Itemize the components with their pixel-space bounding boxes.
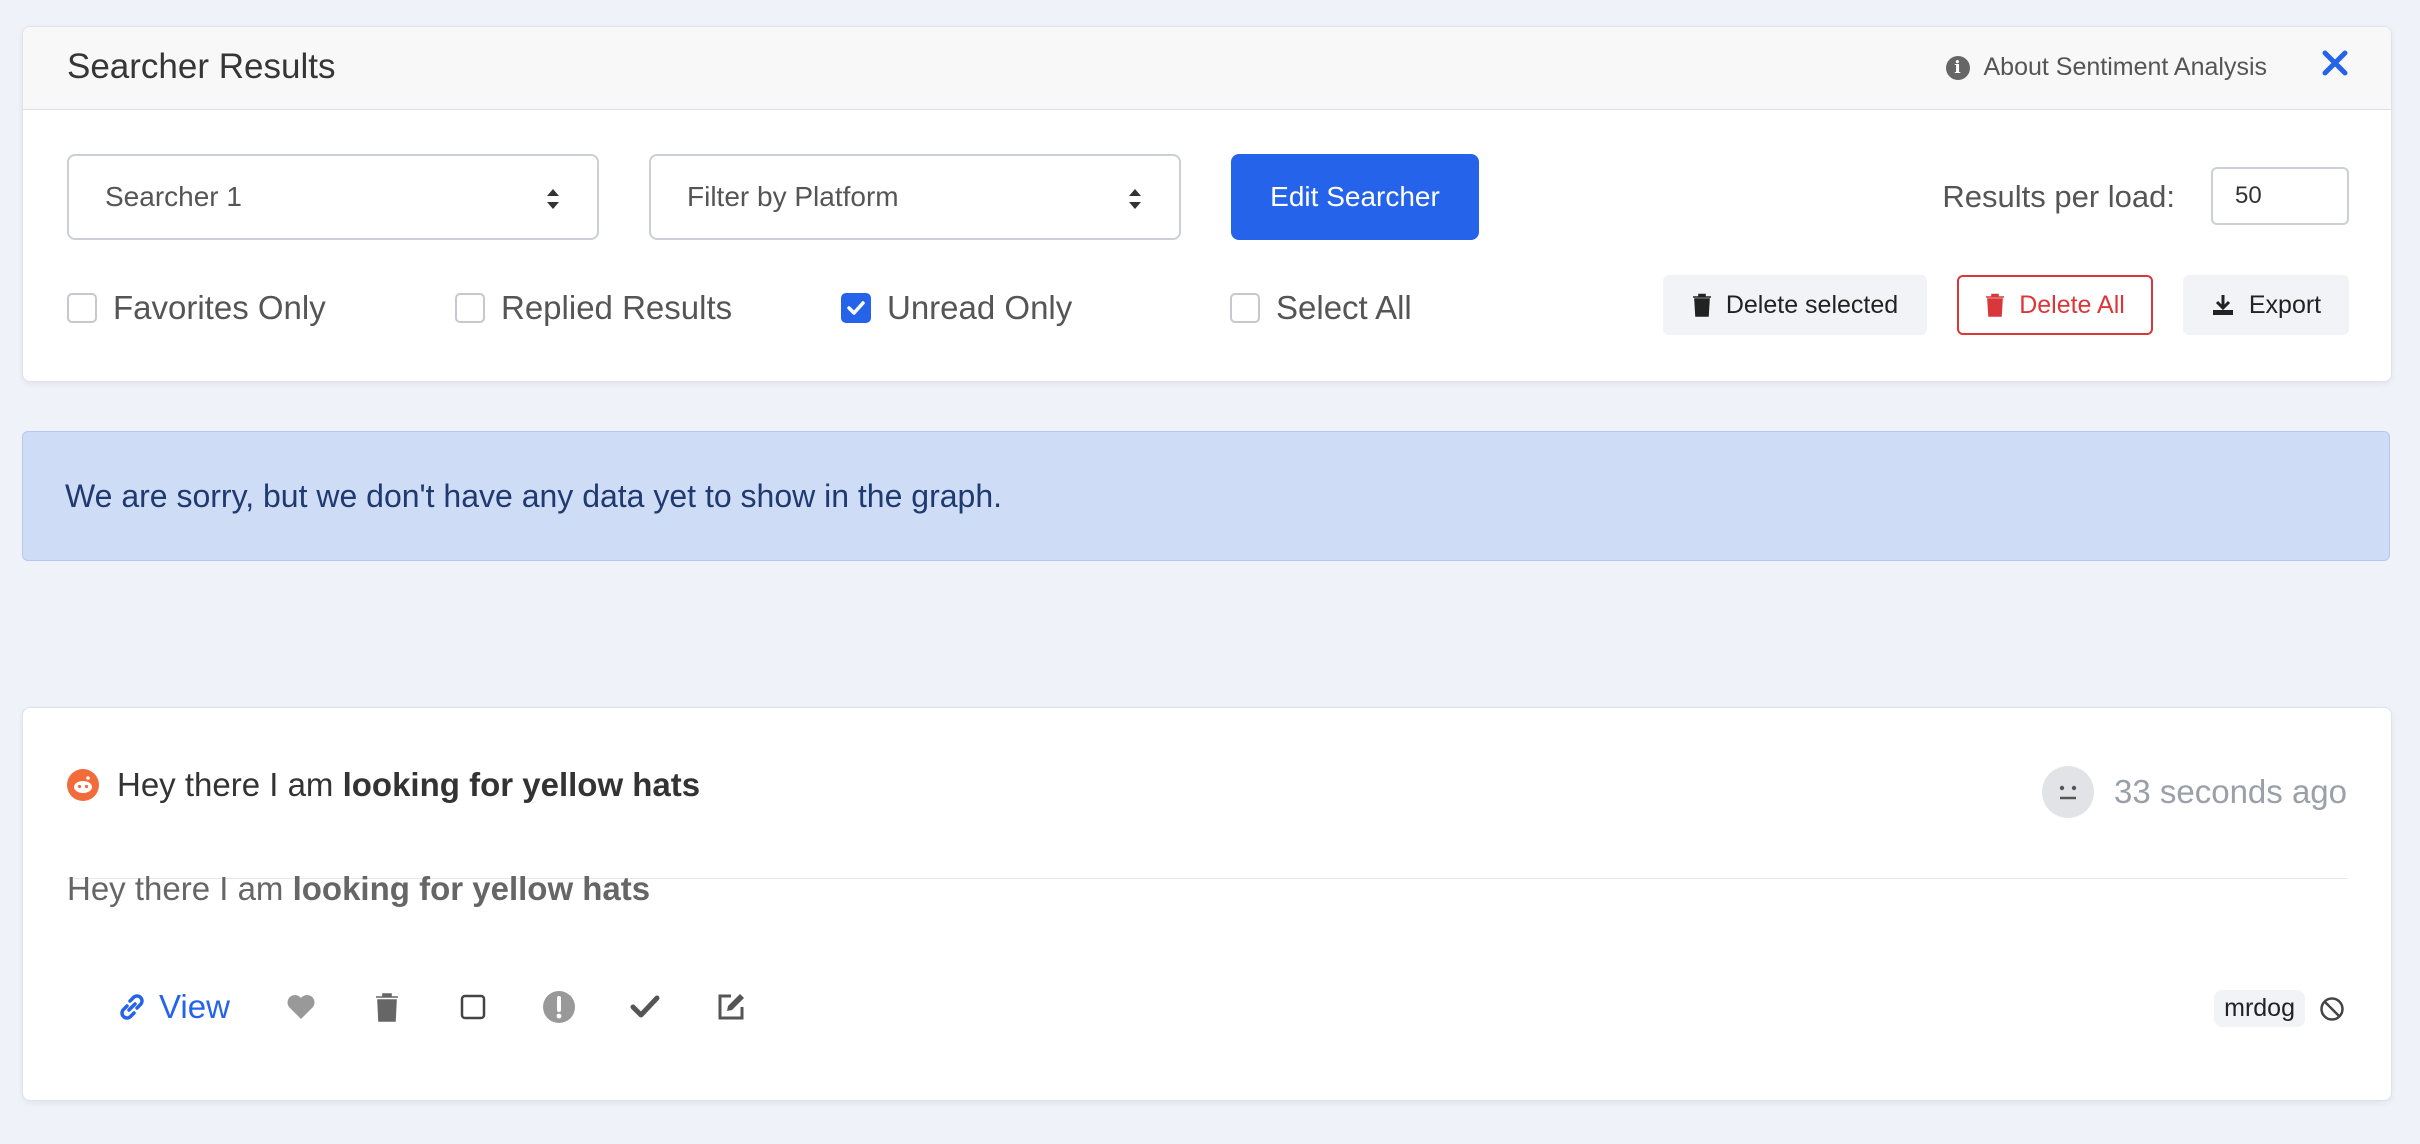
delete-selected-label: Delete selected <box>1725 290 1899 319</box>
platform-filter-select[interactable]: Filter by Platform <box>649 154 1181 240</box>
result-body: Hey there I am looking for yellow hats <box>67 870 650 908</box>
heart-icon[interactable] <box>284 990 318 1024</box>
export-button[interactable]: Export <box>2183 275 2349 335</box>
checkbox-box[interactable] <box>1230 293 1260 323</box>
block-user-icon[interactable] <box>2319 996 2345 1022</box>
result-title[interactable]: Hey there I am looking for yellow hats <box>67 766 700 804</box>
trash-icon[interactable] <box>370 990 404 1024</box>
neutral-face-icon <box>2041 766 2094 818</box>
trash-icon <box>1692 293 1711 317</box>
edit-searcher-button[interactable]: Edit Searcher <box>1231 154 1479 240</box>
result-body-keyword: looking for yellow hats <box>292 870 651 907</box>
checkbox-label: Select All <box>1276 289 1412 326</box>
delete-all-label: Delete All <box>2019 290 2125 319</box>
results-per-load-label: Results per load: <box>1942 179 2175 214</box>
result-title-keyword: looking for yellow hats <box>342 766 701 803</box>
searcher-select-value: Searcher 1 <box>105 181 242 212</box>
sort-arrows-icon <box>547 189 559 209</box>
delete-all-button[interactable]: Delete All <box>1957 275 2153 335</box>
page-title: Searcher Results <box>67 47 336 86</box>
link-icon <box>120 994 144 1020</box>
result-meta: 33 seconds ago <box>2041 766 2347 818</box>
about-sentiment-link[interactable]: i About Sentiment Analysis <box>1945 53 2268 82</box>
edit-icon[interactable] <box>714 990 748 1024</box>
trash-icon <box>1986 293 2005 317</box>
check-icon <box>847 301 865 315</box>
unread-only-checkbox[interactable]: Unread Only <box>841 289 1072 327</box>
result-card: Hey there I am looking for yellow hats 3… <box>22 707 2392 1101</box>
checkmark-icon[interactable] <box>628 990 662 1024</box>
result-time: 33 seconds ago <box>2113 773 2347 810</box>
download-icon <box>2212 295 2233 315</box>
checkbox-box[interactable] <box>455 293 485 323</box>
exclamation-circle-icon[interactable] <box>542 990 576 1024</box>
sort-arrows-icon <box>1129 189 1141 209</box>
info-icon: i <box>1945 55 1970 80</box>
reddit-icon <box>67 769 99 801</box>
favorites-only-checkbox[interactable]: Favorites Only <box>67 289 326 327</box>
view-label: View <box>159 988 230 1025</box>
select-all-checkbox[interactable]: Select All <box>1230 289 1412 327</box>
checkbox-label: Favorites Only <box>113 289 326 326</box>
delete-selected-button[interactable]: Delete selected <box>1663 275 1927 335</box>
platform-select-value: Filter by Platform <box>687 181 899 212</box>
result-body-text: Hey there I am <box>67 870 293 907</box>
close-icon[interactable] <box>2319 47 2351 79</box>
searcher-select[interactable]: Searcher 1 <box>67 154 599 240</box>
checkbox-label: Unread Only <box>887 289 1073 326</box>
export-label: Export <box>2248 290 2322 319</box>
searcher-results-panel: Searcher Results i About Sentiment Analy… <box>22 26 2392 382</box>
about-label: About Sentiment Analysis <box>1983 53 2268 81</box>
author-badge[interactable]: mrdog <box>2214 990 2305 1027</box>
replied-results-checkbox[interactable]: Replied Results <box>455 289 732 327</box>
checkbox-label: Replied Results <box>501 289 733 326</box>
result-title-text: Hey there I am <box>117 766 343 803</box>
results-per-load-input[interactable]: 50 <box>2211 167 2349 225</box>
panel-header: Searcher Results i About Sentiment Analy… <box>23 27 2391 110</box>
alert-message: We are sorry, but we don't have any data… <box>65 477 1003 514</box>
checkbox-box[interactable] <box>67 293 97 323</box>
select-checkbox-icon[interactable] <box>456 990 490 1024</box>
result-header: Hey there I am looking for yellow hats 3… <box>67 766 2347 879</box>
view-link[interactable]: View <box>115 988 230 1026</box>
no-data-alert: We are sorry, but we don't have any data… <box>22 431 2390 561</box>
checkbox-checked[interactable] <box>841 293 871 323</box>
result-actions: View <box>115 988 800 1026</box>
